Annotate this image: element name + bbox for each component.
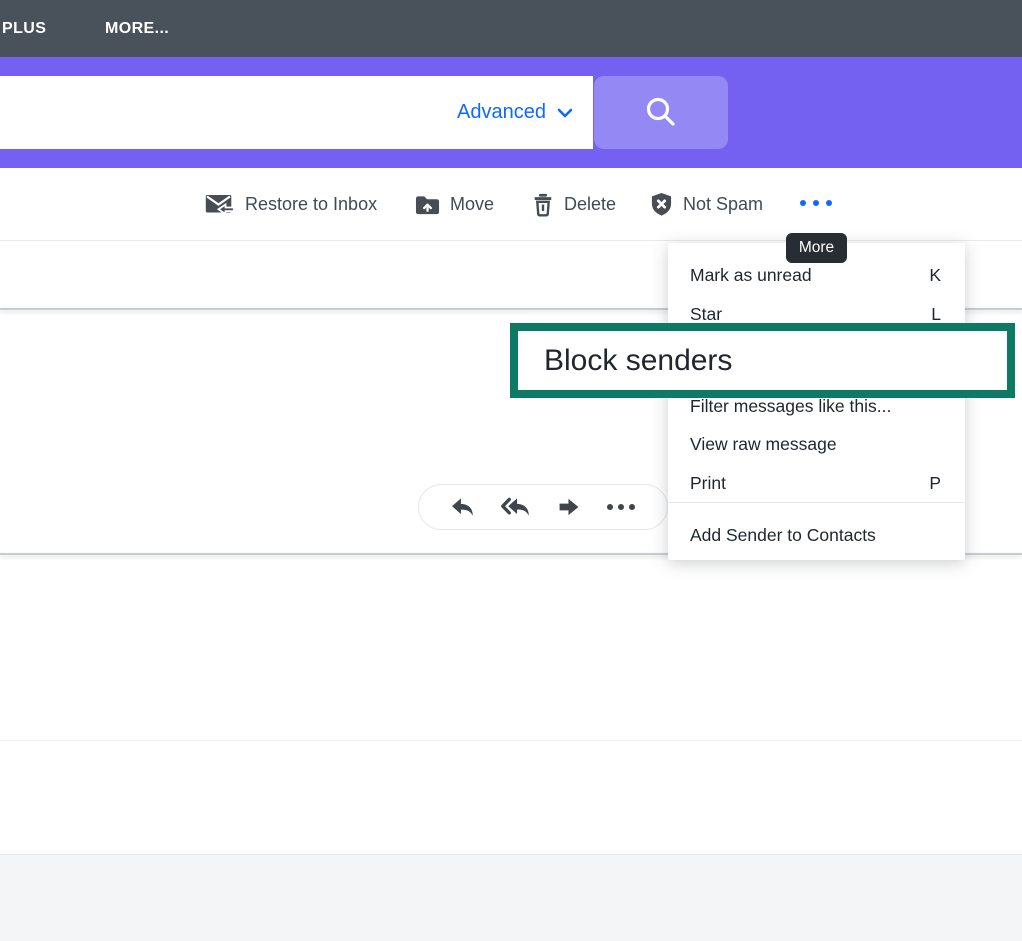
menu-item-label: Mark as unread bbox=[690, 261, 812, 289]
mail-app-window: PLUS MORE... Advanced bbox=[0, 0, 1022, 941]
menu-item-shortcut: K bbox=[929, 261, 941, 289]
advanced-search-button[interactable]: Advanced bbox=[457, 101, 593, 124]
menu-item-print[interactable]: Print P bbox=[668, 469, 965, 497]
message-toolbar: Restore to Inbox Move Delete bbox=[0, 168, 1022, 241]
restore-to-inbox-label: Restore to Inbox bbox=[245, 194, 377, 215]
reply-icon bbox=[451, 497, 474, 517]
reply-all-button[interactable] bbox=[501, 497, 530, 517]
menu-item-label: Add Sender to Contacts bbox=[690, 521, 876, 549]
search-button[interactable] bbox=[594, 76, 728, 149]
move-folder-icon bbox=[415, 194, 440, 216]
search-banner: Advanced bbox=[0, 57, 1022, 168]
more-horizontal-dots-icon bbox=[800, 200, 832, 206]
search-input[interactable] bbox=[0, 76, 457, 149]
shield-x-icon bbox=[650, 192, 673, 217]
footer-area bbox=[0, 854, 1022, 941]
reply-button[interactable] bbox=[451, 497, 474, 517]
delete-button[interactable]: Delete bbox=[532, 168, 616, 241]
more-actions-menu: Mark as unread K Star L Block senders Fi… bbox=[668, 243, 965, 560]
not-spam-button[interactable]: Not Spam bbox=[650, 168, 763, 241]
menu-divider bbox=[668, 502, 965, 503]
menu-item-label: View raw message bbox=[690, 430, 837, 458]
top-navigation-bar: PLUS MORE... bbox=[0, 0, 1022, 57]
restore-to-inbox-icon bbox=[205, 193, 235, 217]
more-actions-button[interactable] bbox=[796, 196, 836, 210]
more-message-actions-button[interactable] bbox=[607, 504, 635, 510]
move-label: Move bbox=[450, 194, 494, 215]
block-senders-highlight-label: Block senders bbox=[544, 344, 732, 378]
menu-item-add-sender-to-contacts[interactable]: Add Sender to Contacts bbox=[668, 521, 965, 549]
block-senders-highlight[interactable]: Block senders bbox=[510, 323, 1015, 398]
delete-label: Delete bbox=[564, 194, 616, 215]
restore-to-inbox-button[interactable]: Restore to Inbox bbox=[205, 168, 377, 241]
search-box: Advanced bbox=[0, 76, 593, 149]
move-button[interactable]: Move bbox=[415, 168, 494, 241]
menu-item-view-raw-message[interactable]: View raw message bbox=[668, 430, 965, 458]
nav-item-plus[interactable]: PLUS bbox=[2, 20, 46, 38]
not-spam-label: Not Spam bbox=[683, 194, 763, 215]
nav-item-more[interactable]: MORE... bbox=[105, 20, 169, 38]
search-icon bbox=[643, 95, 679, 131]
more-horizontal-dots-icon bbox=[607, 504, 635, 510]
forward-icon bbox=[558, 497, 580, 517]
more-tooltip: More bbox=[786, 233, 847, 263]
menu-item-mark-as-unread[interactable]: Mark as unread K bbox=[668, 261, 965, 289]
forward-button[interactable] bbox=[558, 497, 580, 517]
advanced-search-label: Advanced bbox=[457, 101, 546, 124]
message-actions-pill bbox=[418, 484, 668, 530]
menu-item-label: Print bbox=[690, 469, 726, 497]
chevron-down-icon bbox=[557, 108, 573, 118]
reply-all-icon bbox=[501, 497, 530, 517]
divider bbox=[0, 240, 1022, 241]
divider bbox=[0, 740, 1022, 741]
menu-item-shortcut: P bbox=[929, 469, 941, 497]
trash-icon bbox=[532, 193, 554, 217]
